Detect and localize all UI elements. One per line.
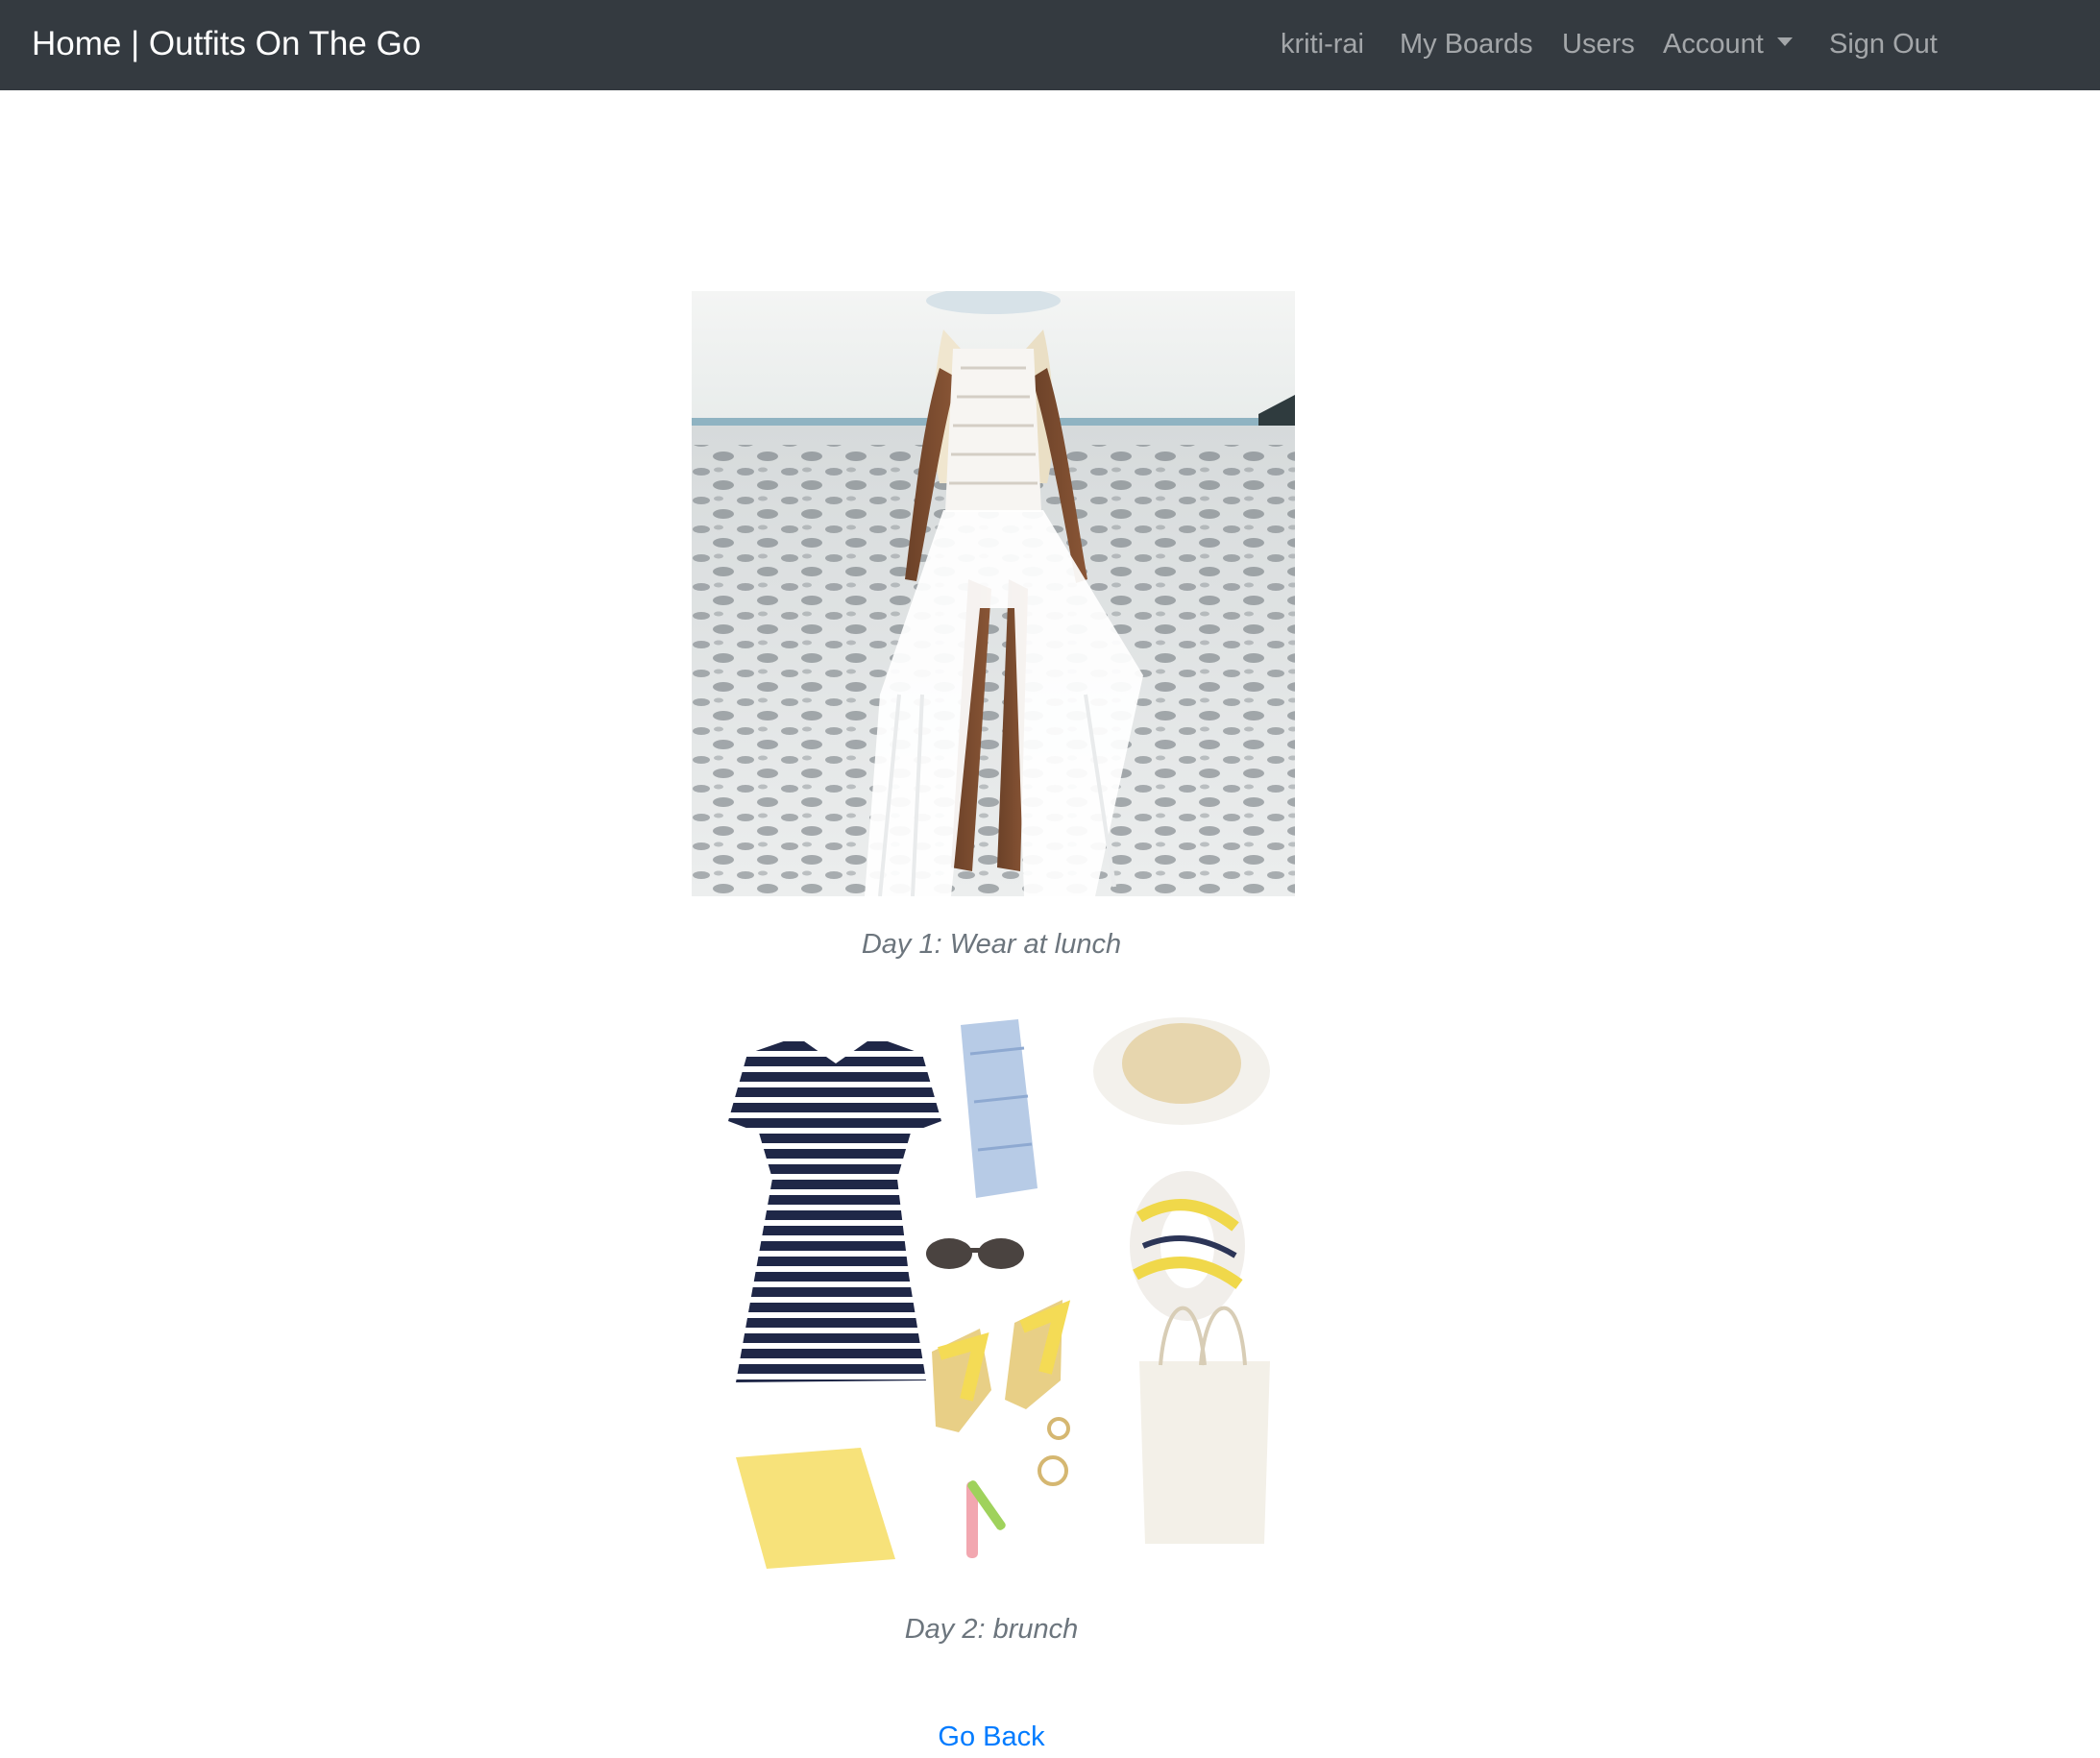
top-navbar: Home | Outfits On The Go kriti-rai My Bo… <box>0 0 2100 90</box>
nav-users-link[interactable]: Users <box>1562 0 1635 90</box>
beach-dress-photo <box>692 291 1295 896</box>
chevron-down-icon <box>1776 37 1793 46</box>
nav-my-boards-link[interactable]: My Boards <box>1400 0 1533 90</box>
go-back-link[interactable]: Go Back <box>0 1721 1983 1753</box>
outfit-caption-day-2: Day 2: brunch <box>904 1614 1079 1645</box>
nav-account-label: Account <box>1663 29 1764 60</box>
outfit-caption-day-1: Day 1: Wear at lunch <box>861 929 1122 960</box>
nav-sign-out-link[interactable]: Sign Out <box>1829 0 1938 90</box>
flat-lay-outfit-photo <box>692 996 1295 1601</box>
outfit-image-day-2 <box>692 996 1295 1601</box>
outfit-image-day-1 <box>692 291 1295 896</box>
nav-user-link[interactable]: kriti-rai <box>1281 0 1364 90</box>
brand-home-link[interactable]: Home | Outfits On The Go <box>32 0 421 90</box>
nav-account-dropdown[interactable]: Account <box>1663 0 1793 90</box>
